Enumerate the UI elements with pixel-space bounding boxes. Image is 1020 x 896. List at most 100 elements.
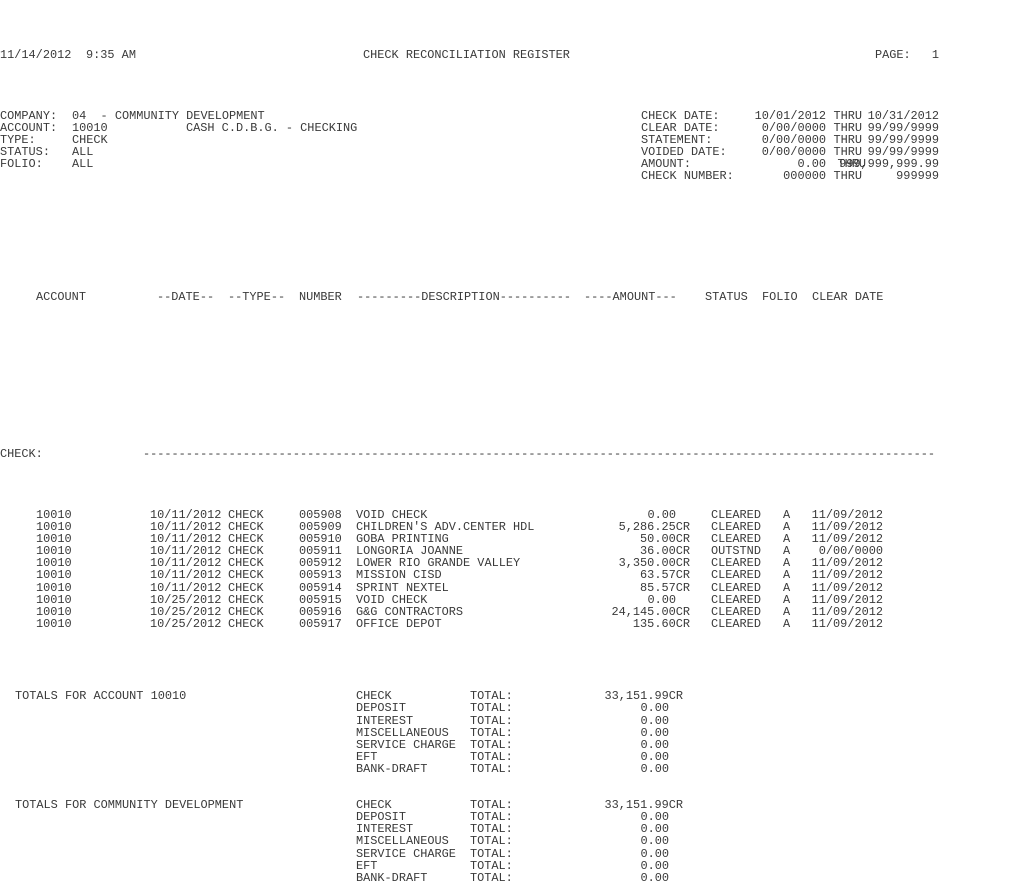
- row-amount: 85.57CR: [640, 580, 690, 595]
- row-status: CLEARED: [711, 568, 761, 583]
- totals-line: INTEREST TOTAL: 0.00: [0, 823, 669, 835]
- totals-line: BANK-DRAFT TOTAL: 0.00: [0, 763, 669, 775]
- totals-label: TOTAL:: [470, 737, 513, 752]
- row-account: 10010: [36, 616, 72, 631]
- totals-line: BANK-DRAFT TOTAL: 0.00: [0, 872, 669, 884]
- row-number: 005914: [299, 580, 342, 595]
- totals-amount: 0.00: [640, 713, 669, 728]
- totals-category: INTEREST: [356, 822, 414, 837]
- row-folio: A: [783, 604, 791, 619]
- totals-label: TOTAL:: [470, 798, 513, 813]
- section-label: CHECK:: [0, 447, 43, 462]
- col-amount: ----AMOUNT---: [584, 290, 677, 305]
- run-date: 11/14/2012: [0, 48, 72, 63]
- totals-line: SERVICE CHARGE TOTAL: 0.00: [0, 739, 669, 751]
- row-number: 005916: [299, 604, 342, 619]
- totals-amount: 0.00: [640, 846, 669, 861]
- row-folio: A: [783, 568, 791, 583]
- row-date: 10/25/2012: [150, 616, 222, 631]
- totals-line: MISCELLANEOUS TOTAL: 0.00: [0, 727, 669, 739]
- check-list: 10010 10/11/2012 CHECK 005908 VOID CHECK 0.00…: [0, 509, 883, 630]
- row-folio: A: [783, 580, 791, 595]
- col-clear-date: CLEAR DATE: [812, 290, 884, 305]
- section-divider: ----------------------------------------…: [143, 447, 936, 462]
- totals-amount: 0.00: [640, 761, 669, 776]
- row-status: CLEARED: [711, 604, 761, 619]
- totals-line: SERVICE CHARGE TOTAL: 0.00: [0, 847, 669, 859]
- totals-label: TOTAL:: [470, 713, 513, 728]
- table-row: 10010 10/11/2012 CHECK 005911 LONGORIA JOANN…: [0, 545, 883, 557]
- table-row: 10010 10/25/2012 CHECK 005916 G&G CONTRACTOR…: [0, 606, 883, 618]
- totals-label: TOTAL:: [470, 725, 513, 740]
- row-status: CLEARED: [711, 592, 761, 607]
- totals-amount: 0.00: [640, 858, 669, 873]
- totals-label: TOTAL:: [470, 858, 513, 873]
- row-clear-date: 11/09/2012: [811, 616, 883, 631]
- row-clear-date: 11/09/2012: [811, 568, 883, 583]
- totals-category: DEPOSIT: [356, 810, 406, 825]
- totals-category: MISCELLANEOUS: [356, 725, 449, 740]
- row-date: 10/11/2012: [150, 580, 222, 595]
- totals-line: DEPOSIT TOTAL: 0.00: [0, 811, 669, 823]
- row-number: 005917: [299, 616, 342, 631]
- column-headers: ACCOUNT --DATE-- --TYPE-- NUMBER -------…: [0, 291, 883, 303]
- row-description: VOID CHECK: [356, 592, 428, 607]
- row-type: CHECK: [228, 592, 264, 607]
- row-description: MISSION CISD: [356, 568, 442, 583]
- filter-line: CHECK NUMBER: 000000 THRU 999999: [0, 170, 939, 182]
- totals-line: MISCELLANEOUS TOTAL: 0.00: [0, 835, 669, 847]
- totals-label: TOTAL:: [470, 846, 513, 861]
- row-folio: A: [783, 592, 791, 607]
- totals-line: INTEREST TOTAL: 0.00: [0, 714, 669, 726]
- totals-label: TOTAL:: [470, 834, 513, 849]
- row-account: 10010: [36, 580, 72, 595]
- filter-value: ALL: [72, 157, 94, 172]
- totals-amount: 0.00: [640, 737, 669, 752]
- table-row: 10010 10/11/2012 CHECK 005908 VOID CHECK 0.00…: [0, 509, 883, 521]
- totals-amount: 0.00: [640, 870, 669, 885]
- totals-heading: TOTALS FOR COMMUNITY DEVELOPMENT: [15, 798, 244, 813]
- col-status: STATUS: [705, 290, 748, 305]
- totals-category: CHECK: [356, 798, 392, 813]
- row-date: 10/25/2012: [150, 592, 222, 607]
- row-description: G&G CONTRACTORS: [356, 604, 464, 619]
- row-number: 005915: [299, 592, 342, 607]
- totals-category: BANK-DRAFT: [356, 870, 428, 885]
- row-amount: 0.00: [647, 592, 676, 607]
- report-filters: COMPANY: 04 - COMMUNITY DEVELOPMENT CHECK …: [0, 110, 939, 183]
- row-amount: 24,145.00CR: [611, 604, 691, 619]
- totals-sections: TOTALS FOR ACCOUNT 10010 CHECK TOTAL: 33,15…: [0, 678, 683, 884]
- totals-label: TOTAL:: [470, 810, 513, 825]
- col-type: --TYPE--: [228, 290, 286, 305]
- totals-line: EFT TOTAL: 0.00: [0, 751, 669, 763]
- col-number: NUMBER: [299, 290, 342, 305]
- totals-line: DEPOSIT TOTAL: 0.00: [0, 702, 669, 714]
- section-header: CHECK: ---------------------------------…: [0, 448, 935, 460]
- totals-category: MISCELLANEOUS: [356, 834, 449, 849]
- row-description: SPRINT NEXTEL: [356, 580, 449, 595]
- row-account: 10010: [36, 592, 72, 607]
- totals-heading: TOTALS FOR ACCOUNT 10010: [15, 689, 187, 704]
- totals-category: INTEREST: [356, 713, 414, 728]
- totals-line: EFT TOTAL: 0.00: [0, 860, 669, 872]
- check-reconciliation-report: 11/14/2012 9:35 AM CHECK RECONCILIATION …: [0, 1, 939, 896]
- filter-line: FOLIO: ALL AMOUNT: 0.00 THRU 999,999,999.99: [0, 158, 939, 170]
- criteria-to: 999999: [896, 169, 939, 184]
- col-folio: FOLIO: [762, 290, 798, 305]
- row-type: CHECK: [228, 580, 264, 595]
- totals-line: TOTALS FOR COMMUNITY DEVELOPMENT CHECK TOT…: [0, 799, 683, 811]
- row-account: 10010: [36, 604, 72, 619]
- totals-category: BANK-DRAFT: [356, 761, 428, 776]
- row-amount: 63.57CR: [640, 568, 690, 583]
- report-title: CHECK RECONCILIATION REGISTER: [363, 48, 570, 63]
- row-date: 10/11/2012: [150, 568, 222, 583]
- row-clear-date: 11/09/2012: [811, 592, 883, 607]
- totals-category: SERVICE CHARGE: [356, 737, 456, 752]
- totals-label: TOTAL:: [470, 870, 513, 885]
- row-status: CLEARED: [711, 616, 761, 631]
- row-type: CHECK: [228, 568, 264, 583]
- totals-category: EFT: [356, 858, 378, 873]
- row-type: CHECK: [228, 616, 264, 631]
